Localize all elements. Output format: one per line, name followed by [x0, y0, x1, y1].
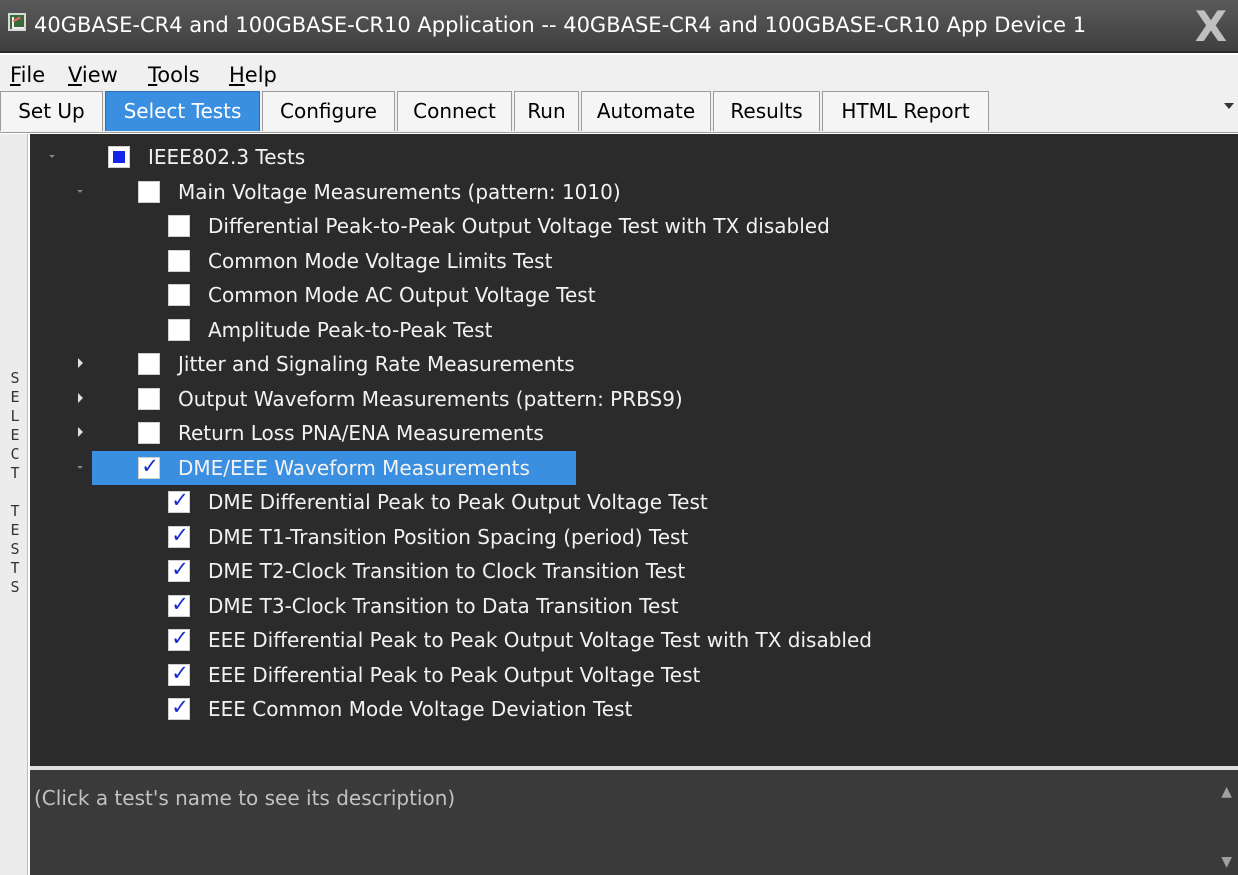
test-tree: IEEE802.3 Tests Main Voltage Measurements…	[30, 134, 1238, 766]
checkmark-icon: ✓	[171, 488, 189, 512]
tab-automate[interactable]: Automate	[581, 91, 711, 131]
test-name-label[interactable]: Jitter and Signaling Rate Measurements	[178, 352, 575, 376]
select-tests-side-label: S E L E C T T E S T S	[0, 134, 28, 875]
test-name-label[interactable]: DME T3-Clock Transition to Data Transiti…	[208, 594, 679, 618]
menu-tools[interactable]: Tools	[148, 63, 200, 87]
menu-bar: File View Tools Help	[0, 55, 1238, 89]
tree-row[interactable]: Main Voltage Measurements (pattern: 1010…	[30, 175, 1238, 209]
test-checkbox[interactable]	[168, 215, 190, 237]
test-checkbox[interactable]	[138, 387, 160, 410]
test-checkbox[interactable]	[168, 249, 190, 272]
checkmark-icon: ✓	[171, 695, 189, 719]
description-panel: (Click a test's name to see its descript…	[30, 770, 1238, 875]
test-name-label[interactable]: EEE Common Mode Voltage Deviation Test	[208, 697, 632, 721]
test-name-label[interactable]: Main Voltage Measurements (pattern: 1010…	[178, 180, 621, 204]
test-checkbox[interactable]: ✓	[168, 660, 190, 686]
test-checkbox[interactable]	[108, 146, 130, 168]
checkmark-icon: ✓	[171, 660, 189, 685]
test-checkbox[interactable]: ✓	[168, 591, 190, 617]
test-checkbox[interactable]: ✓	[168, 626, 190, 651]
tab-configure[interactable]: Configure	[262, 91, 395, 131]
checkmark-icon: ✓	[171, 522, 189, 547]
test-checkbox[interactable]: ✓	[168, 695, 190, 720]
test-checkbox[interactable]: ✓	[168, 488, 190, 513]
test-name-label[interactable]: DME Differential Peak to Peak Output Vol…	[208, 490, 708, 514]
title-bar: 40GBASE-CR4 and 100GBASE-CR10 Applicatio…	[0, 0, 1238, 53]
collapse-arrow-icon[interactable]	[49, 152, 55, 158]
tab-select-tests[interactable]: Select Tests	[105, 91, 260, 131]
checkmark-icon: ✓	[171, 557, 189, 581]
test-name-label[interactable]: Common Mode Voltage Limits Test	[208, 249, 552, 273]
tab-results[interactable]: Results	[713, 91, 820, 131]
menu-file[interactable]: File	[10, 63, 45, 87]
test-name-label[interactable]: EEE Differential Peak to Peak Output Vol…	[208, 628, 872, 652]
collapse-arrow-icon[interactable]	[77, 186, 83, 193]
checkmark-icon: ✓	[141, 453, 159, 478]
menu-help[interactable]: Help	[229, 63, 277, 87]
tree-row[interactable]: ✓ DME T3-Clock Transition to Data Transit…	[30, 589, 1238, 623]
test-checkbox[interactable]	[138, 353, 160, 375]
scroll-down-icon[interactable]: ▼	[1221, 854, 1232, 870]
collapse-arrow-icon[interactable]	[77, 462, 83, 469]
menu-view[interactable]: View	[68, 63, 118, 87]
checkmark-icon: ✓	[171, 591, 189, 616]
tree-row[interactable]: ✓ EEE Differential Peak to Peak Output Vo…	[30, 623, 1238, 657]
tree-row[interactable]: ✓ EEE Differential Peak to Peak Output Vo…	[30, 658, 1238, 692]
tab-overflow-chevron-down-icon[interactable]	[1224, 103, 1234, 109]
expand-arrow-icon[interactable]	[78, 427, 83, 437]
test-name-label[interactable]: IEEE802.3 Tests	[148, 145, 305, 169]
scroll-up-icon[interactable]: ▲	[1221, 784, 1232, 800]
tree-row[interactable]: Jitter and Signaling Rate Measurements	[30, 347, 1238, 381]
test-name-label[interactable]: Common Mode AC Output Voltage Test	[208, 283, 596, 307]
tree-row[interactable]: ✓ DME T1-Transition Position Spacing (per…	[30, 520, 1238, 554]
tree-row[interactable]: ✓ DME/EEE Waveform Measurements	[30, 450, 1238, 485]
app-chart-icon	[8, 13, 26, 31]
tree-row[interactable]: ✓ DME Differential Peak to Peak Output Vo…	[30, 485, 1238, 519]
side-label-text: S E L E C T T E S T S	[10, 369, 20, 596]
tree-row[interactable]: Return Loss PNA/ENA Measurements	[30, 416, 1238, 450]
tab-set-up[interactable]: Set Up	[0, 91, 103, 131]
expand-arrow-icon[interactable]	[78, 392, 83, 403]
tree-row[interactable]: Output Waveform Measurements (pattern: P…	[30, 382, 1238, 416]
test-name-label[interactable]: DME T2-Clock Transition to Clock Transit…	[208, 559, 685, 583]
tree-row[interactable]: IEEE802.3 Tests	[30, 140, 1238, 174]
test-name-label[interactable]: Differential Peak-to-Peak Output Voltage…	[208, 214, 830, 238]
test-checkbox[interactable]: ✓	[168, 522, 190, 548]
tab-run[interactable]: Run	[514, 91, 579, 131]
window-title: 40GBASE-CR4 and 100GBASE-CR10 Applicatio…	[34, 13, 1087, 37]
test-checkbox[interactable]: ✓	[168, 557, 190, 582]
test-name-label[interactable]: Return Loss PNA/ENA Measurements	[178, 421, 544, 445]
test-checkbox[interactable]: ✓	[138, 453, 160, 479]
tree-row[interactable]: Common Mode AC Output Voltage Test	[30, 278, 1238, 312]
test-name-label[interactable]: EEE Differential Peak to Peak Output Vol…	[208, 663, 700, 687]
test-checkbox[interactable]	[168, 318, 190, 341]
test-name-label[interactable]: Amplitude Peak-to-Peak Test	[208, 318, 492, 342]
tree-row[interactable]: Amplitude Peak-to-Peak Test	[30, 313, 1238, 347]
test-checkbox[interactable]	[138, 422, 160, 444]
test-checkbox[interactable]	[138, 180, 160, 203]
tree-row[interactable]: Differential Peak-to-Peak Output Voltage…	[30, 209, 1238, 243]
test-name-label[interactable]: DME/EEE Waveform Measurements	[178, 456, 530, 480]
close-button[interactable]: X	[1190, 6, 1232, 48]
checkmark-icon: ✓	[171, 626, 189, 650]
tree-row[interactable]: ✓ EEE Common Mode Voltage Deviation Test	[30, 692, 1238, 726]
test-name-label[interactable]: DME T1-Transition Position Spacing (peri…	[208, 525, 688, 549]
tab-html-report[interactable]: HTML Report	[822, 91, 989, 131]
test-checkbox[interactable]	[168, 284, 190, 306]
expand-arrow-icon[interactable]	[78, 358, 83, 368]
test-name-label[interactable]: Output Waveform Measurements (pattern: P…	[178, 387, 683, 411]
tab-connect[interactable]: Connect	[397, 91, 512, 131]
description-text: (Click a test's name to see its descript…	[34, 786, 456, 810]
tree-row[interactable]: ✓ DME T2-Clock Transition to Clock Transi…	[30, 554, 1238, 588]
tab-bar: Set Up Select Tests Configure Connect Ru…	[0, 89, 1238, 133]
tree-row[interactable]: Common Mode Voltage Limits Test	[30, 244, 1238, 278]
